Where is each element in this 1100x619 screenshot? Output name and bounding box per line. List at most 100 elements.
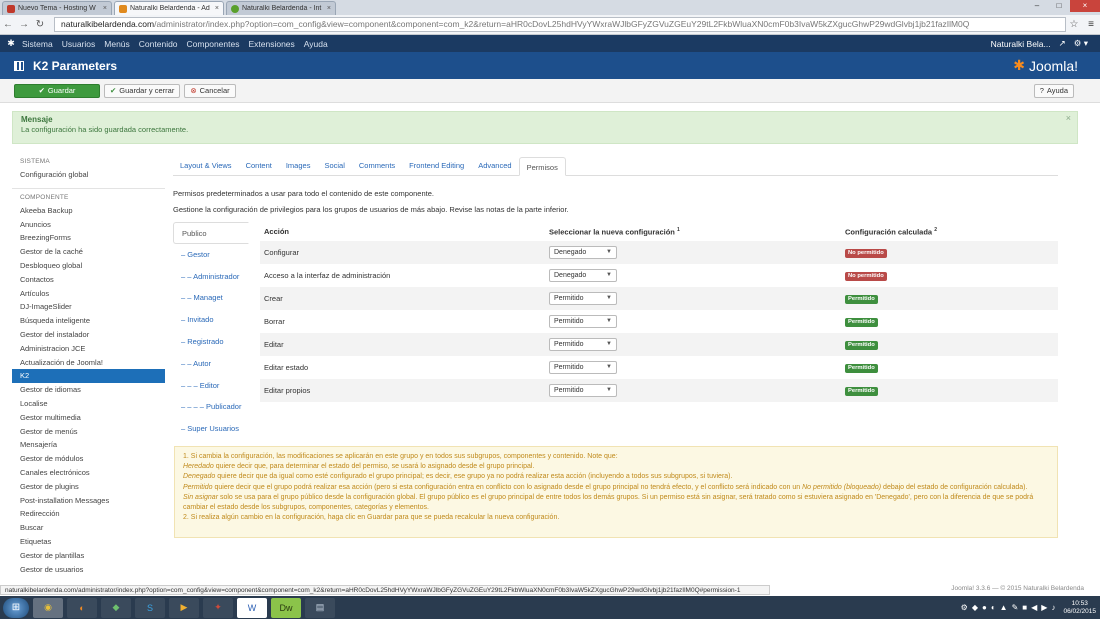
group-tab-registrado[interactable]: – Registrado [173, 331, 249, 353]
group-tab-managet[interactable]: – – Managet [173, 287, 249, 309]
taskbar-app-word[interactable]: W [237, 597, 267, 618]
tab-content[interactable]: Content [239, 156, 279, 175]
sidebar-item-mensajeria[interactable]: Mensajería [12, 438, 165, 452]
sidebar-item-actualizacion-de-joomla[interactable]: Actualización de Joomla! [12, 356, 165, 370]
browser-tab-3[interactable]: Naturalki Belardenda - Int × [226, 1, 336, 15]
close-window-icon[interactable]: × [1070, 0, 1100, 12]
sidebar-item-gestor-de-idiomas[interactable]: Gestor de idiomas [12, 383, 165, 397]
sidebar-item-buscar[interactable]: Buscar [12, 521, 165, 535]
url-field[interactable]: naturalkibelardenda.com/administrator/in… [54, 17, 1066, 32]
sidebar-item-akeeba-backup[interactable]: Akeeba Backup [12, 204, 165, 218]
permission-select[interactable]: Permitido ▼ [549, 361, 617, 374]
sidebar-item-gestor-multimedia[interactable]: Gestor multimedia [12, 411, 165, 425]
help-button[interactable]: ? Ayuda [1033, 83, 1074, 98]
sidebar-item-breezingforms[interactable]: BreezingForms [12, 231, 165, 245]
nav-item-componentes[interactable]: Componentes [187, 39, 240, 49]
nav-item-contenido[interactable]: Contenido [139, 39, 178, 49]
close-tab-icon[interactable]: × [215, 5, 219, 12]
back-icon[interactable]: ← [0, 19, 16, 30]
sidebar-item-canales-electronicos[interactable]: Canales electrónicos [12, 466, 165, 480]
sidebar-item-gestor-de-plantillas[interactable]: Gestor de plantillas [12, 549, 165, 563]
joomla-logo-icon[interactable]: ✱ [0, 38, 22, 49]
taskbar-app-skype[interactable]: S [135, 597, 165, 618]
taskbar-app-firefox[interactable]: ◐ [67, 597, 97, 618]
tray-icon[interactable]: ● [982, 603, 987, 612]
sidebar-item-dj-imageslider[interactable]: DJ-ImageSlider [12, 300, 165, 314]
site-user-link[interactable]: Naturalki Bela... [991, 39, 1051, 49]
sidebar-item-gestor-de-usuarios[interactable]: Gestor de usuarios [12, 563, 165, 577]
tray-icon[interactable]: ✎ [1012, 603, 1019, 612]
sidebar-item-contactos[interactable]: Contactos [12, 273, 165, 287]
browser-tab-2[interactable]: Naturalki Belardenda - Ad × [114, 1, 224, 15]
tab-advanced[interactable]: Advanced [471, 156, 518, 175]
tab-comments[interactable]: Comments [352, 156, 402, 175]
clock[interactable]: 10:53 06/02/2015 [1063, 600, 1096, 616]
tab-layout-views[interactable]: Layout & Views [173, 156, 239, 175]
sidebar-item-configuracion-global[interactable]: Configuración global [12, 168, 165, 182]
bookmark-star-icon[interactable]: ☆ [1066, 19, 1082, 30]
nav-item-usuarios[interactable]: Usuarios [62, 39, 96, 49]
external-link-icon[interactable]: ↗ [1059, 38, 1066, 49]
sidebar-item-etiquetas[interactable]: Etiquetas [12, 535, 165, 549]
tab-frontend-editing[interactable]: Frontend Editing [402, 156, 471, 175]
tray-icon[interactable]: ⚙ [961, 603, 968, 612]
nav-item-sistema[interactable]: Sistema [22, 39, 53, 49]
nav-item-extensiones[interactable]: Extensiones [248, 39, 294, 49]
group-tab-super-usuarios[interactable]: – Super Usuarios [173, 418, 249, 440]
taskbar-app-media[interactable]: ▶ [169, 597, 199, 618]
permission-select[interactable]: Permitido ▼ [549, 338, 617, 351]
sidebar-item-gestor-de-modulos[interactable]: Gestor de módulos [12, 452, 165, 466]
start-button[interactable]: ⊞ [3, 597, 29, 618]
sidebar-item-gestor-de-plugins[interactable]: Gestor de plugins [12, 480, 165, 494]
cancel-button[interactable]: ⊗ Cancelar [184, 83, 236, 98]
taskbar-app-tools[interactable]: ✦ [203, 597, 233, 618]
sidebar-item-articulos[interactable]: Artículos [12, 287, 165, 301]
sidebar-item-gestor-de-la-cache[interactable]: Gestor de la caché [12, 245, 165, 259]
tray-icon[interactable]: ▶ [1041, 603, 1047, 612]
sidebar-item-anuncios[interactable]: Anuncios [12, 218, 165, 232]
nav-item-menus[interactable]: Menús [104, 39, 130, 49]
permission-select[interactable]: Denegado ▼ [549, 269, 617, 282]
sidebar-item-administracion-jce[interactable]: Administracion JCE [12, 342, 165, 356]
sidebar-item-gestor-del-instalador[interactable]: Gestor del instalador [12, 328, 165, 342]
forward-icon[interactable]: → [16, 19, 32, 30]
close-icon[interactable]: × [1066, 113, 1071, 123]
sidebar-item-k2[interactable]: K2 [12, 369, 165, 384]
tray-icon[interactable]: ■ [1022, 603, 1027, 612]
sidebar-item-busqueda-inteligente[interactable]: Búsqueda inteligente [12, 314, 165, 328]
minimize-icon[interactable]: – [1026, 0, 1048, 12]
group-tab-editor[interactable]: – – – Editor [173, 375, 249, 397]
tray-icon[interactable]: ◆ [972, 603, 978, 612]
tab-permisos[interactable]: Permisos [518, 157, 566, 176]
taskbar-app-dreamweaver[interactable]: Dw [271, 597, 301, 618]
close-tab-icon[interactable]: × [103, 5, 107, 12]
tray-icon[interactable]: ▲ [1000, 603, 1008, 612]
browser-menu-icon[interactable]: ≡ [1082, 19, 1100, 30]
reload-icon[interactable]: ↻ [32, 19, 48, 30]
sidebar-item-gestor-de-menus[interactable]: Gestor de menús [12, 425, 165, 439]
permission-select[interactable]: Permitido ▼ [549, 315, 617, 328]
permission-select[interactable]: Denegado ▼ [549, 246, 617, 259]
tray-icon[interactable]: ◀ [1031, 603, 1037, 612]
permission-select[interactable]: Permitido ▼ [549, 292, 617, 305]
sidebar-item-desbloqueo-global[interactable]: Desbloqueo global [12, 259, 165, 273]
group-tab-invitado[interactable]: – Invitado [173, 309, 249, 331]
taskbar-app-chrome[interactable]: ◉ [33, 597, 63, 618]
group-tab-publico[interactable]: Publico [173, 222, 249, 244]
tab-images[interactable]: Images [279, 156, 318, 175]
browser-tab-1[interactable]: Nuevo Tema - Hosting W × [2, 1, 112, 15]
group-tab-autor[interactable]: – – Autor [173, 353, 249, 375]
taskbar-app-files[interactable]: ▤ [305, 597, 335, 618]
close-tab-icon[interactable]: × [327, 5, 331, 12]
gear-icon[interactable]: ⚙ ▾ [1074, 38, 1088, 49]
nav-item-ayuda[interactable]: Ayuda [304, 39, 328, 49]
sidebar-item-redireccion[interactable]: Redirección [12, 507, 165, 521]
tray-icon[interactable]: ♪ [1051, 603, 1055, 612]
taskbar-app-network[interactable]: ◆ [101, 597, 131, 618]
group-tab-administrador[interactable]: – – Administrador [173, 266, 249, 288]
group-tab-gestor[interactable]: – Gestor [173, 244, 249, 266]
permission-select[interactable]: Permitido ▼ [549, 384, 617, 397]
tab-social[interactable]: Social [317, 156, 351, 175]
sidebar-item-localise[interactable]: Localise [12, 397, 165, 411]
maximize-icon[interactable]: □ [1048, 0, 1070, 12]
